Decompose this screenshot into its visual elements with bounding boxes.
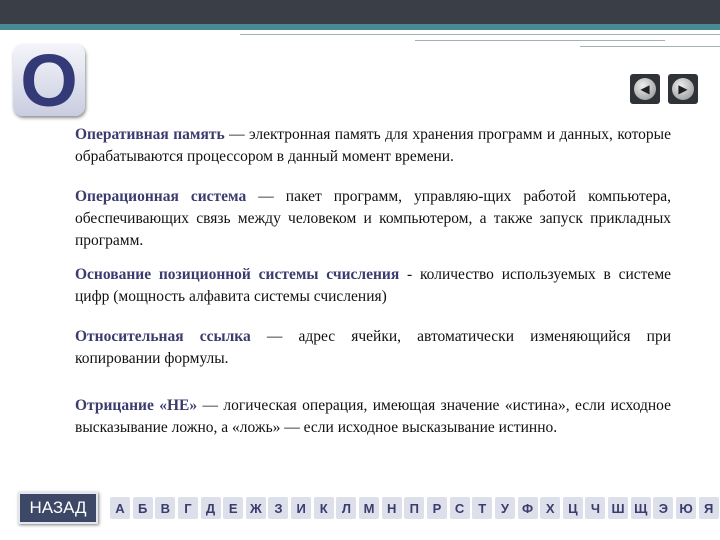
alphabet-letter-button[interactable]: Н [381,497,402,519]
definition-term[interactable]: Отрицание «НЕ» [75,397,197,414]
alphabet-letter-button[interactable]: П [404,497,425,519]
prev-slide-button[interactable]: ◀ [630,74,660,104]
alphabet-letter-button[interactable]: Э [653,497,674,519]
alphabet-letter-button[interactable]: М [359,497,380,519]
alphabet-letter-button[interactable]: У [494,497,515,519]
next-slide-button[interactable]: ▶ [668,74,698,104]
alphabet-letter-button[interactable]: Ч [585,497,606,519]
alphabet-letter-button[interactable]: Р [426,497,447,519]
alphabet-letter-button[interactable]: Х [540,497,561,519]
alphabet-nav: АБВГДЕЖЗИКЛМНПРСТУФХЦЧШЩЭЮЯ [110,497,720,519]
alphabet-letter-button[interactable]: Ф [517,497,538,519]
definition-term[interactable]: Относительная ссылка [75,328,251,345]
definition-item: Основание позиционной системы счисления … [75,264,671,308]
top-bar [0,0,720,24]
alphabet-letter-button[interactable]: Ю [676,497,697,519]
back-button[interactable]: НАЗАД [18,492,98,524]
alphabet-letter-button[interactable]: Г [177,497,198,519]
definition-item: Относительная ссылка — адрес ячейки, авт… [75,326,671,370]
definition-item: Оперативная память — электронная память … [75,124,671,168]
alphabet-letter-button[interactable]: А [110,497,130,519]
top-accent-stripe [0,24,720,30]
arrow-left-icon: ◀ [634,78,656,100]
definition-term[interactable]: Основание позиционной системы счисления [75,266,399,283]
alphabet-letter-button[interactable]: Е [223,497,244,519]
decorative-line [415,40,665,41]
definition-term[interactable]: Операционная система [75,188,246,205]
alphabet-letter-button[interactable]: Л [336,497,357,519]
arrow-right-icon: ▶ [672,78,694,100]
definition-item: Отрицание «НЕ» — логическая операция, им… [75,395,671,439]
alphabet-letter-button[interactable]: Д [200,497,221,519]
alphabet-letter-button[interactable]: З [268,497,289,519]
letter-tile-label: О [20,39,78,122]
alphabet-letter-button[interactable]: Щ [630,497,651,519]
definition-item: Операционная система — пакет программ, у… [75,186,671,252]
alphabet-letter-button[interactable]: В [155,497,176,519]
letter-tile: О [13,39,85,122]
alphabet-letter-button[interactable]: Я [698,497,719,519]
alphabet-letter-button[interactable]: И [291,497,312,519]
definition-term[interactable]: Оперативная память [75,126,225,143]
alphabet-letter-button[interactable]: Б [132,497,153,519]
alphabet-letter-button[interactable]: Ж [245,497,266,519]
alphabet-letter-button[interactable]: К [313,497,334,519]
alphabet-letter-button[interactable]: Ш [608,497,629,519]
alphabet-letter-button[interactable]: Ц [562,497,583,519]
decorative-line [240,34,720,35]
decorative-line [580,46,720,47]
alphabet-letter-button[interactable]: Т [472,497,493,519]
alphabet-letter-button[interactable]: С [449,497,470,519]
